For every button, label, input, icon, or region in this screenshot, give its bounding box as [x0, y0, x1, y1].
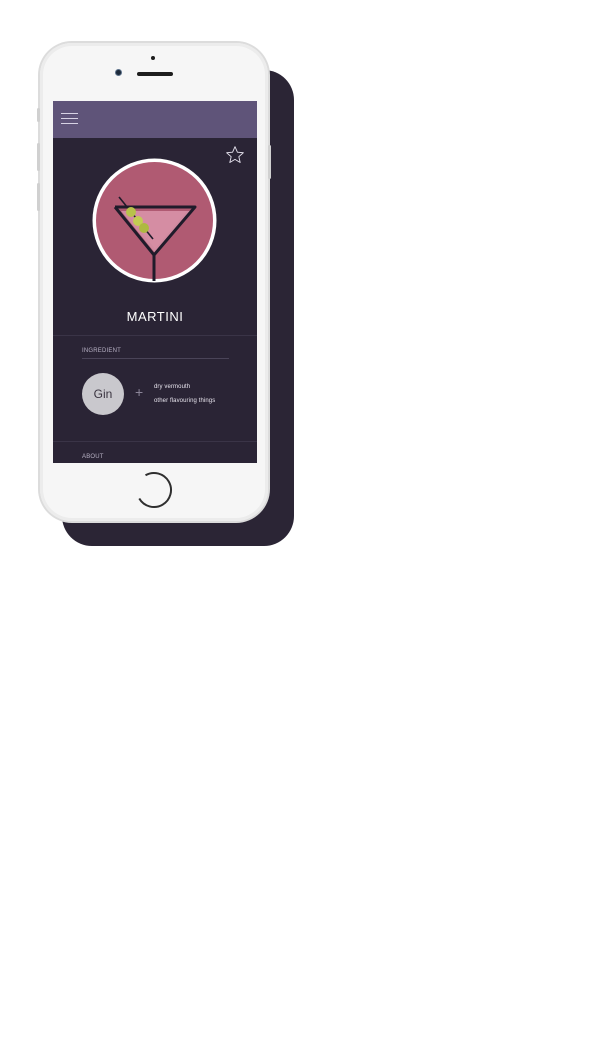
- main-ingredient-badge[interactable]: Gin: [82, 373, 124, 415]
- home-button[interactable]: [135, 471, 173, 509]
- app-screen: MARTINI INGREDIENT Gin + dry vermouth ot…: [53, 101, 257, 463]
- section-underline: [82, 358, 229, 359]
- power-button: [268, 145, 271, 179]
- volume-down-button: [37, 183, 40, 211]
- drink-name: MARTINI: [126, 309, 184, 324]
- ingredient-item: dry vermouth: [154, 384, 191, 390]
- about-section-label: ABOUT: [82, 454, 104, 460]
- hamburger-menu-icon[interactable]: [61, 113, 78, 125]
- phone-frame: MARTINI INGREDIENT Gin + dry vermouth ot…: [37, 43, 271, 521]
- volume-up-button: [37, 143, 40, 171]
- front-camera: [116, 70, 121, 75]
- divider: [53, 335, 257, 336]
- earpiece-speaker: [137, 72, 173, 76]
- top-bar: [53, 101, 257, 138]
- star-outline-icon[interactable]: [225, 145, 245, 165]
- ingredient-item: other flavouring things: [154, 398, 216, 404]
- divider: [53, 441, 257, 442]
- plus-sign: +: [135, 384, 144, 400]
- ingredient-section-label: INGREDIENT: [82, 348, 122, 354]
- proximity-sensor: [151, 56, 155, 60]
- mute-switch: [37, 108, 40, 122]
- martini-glass-icon: [92, 158, 217, 283]
